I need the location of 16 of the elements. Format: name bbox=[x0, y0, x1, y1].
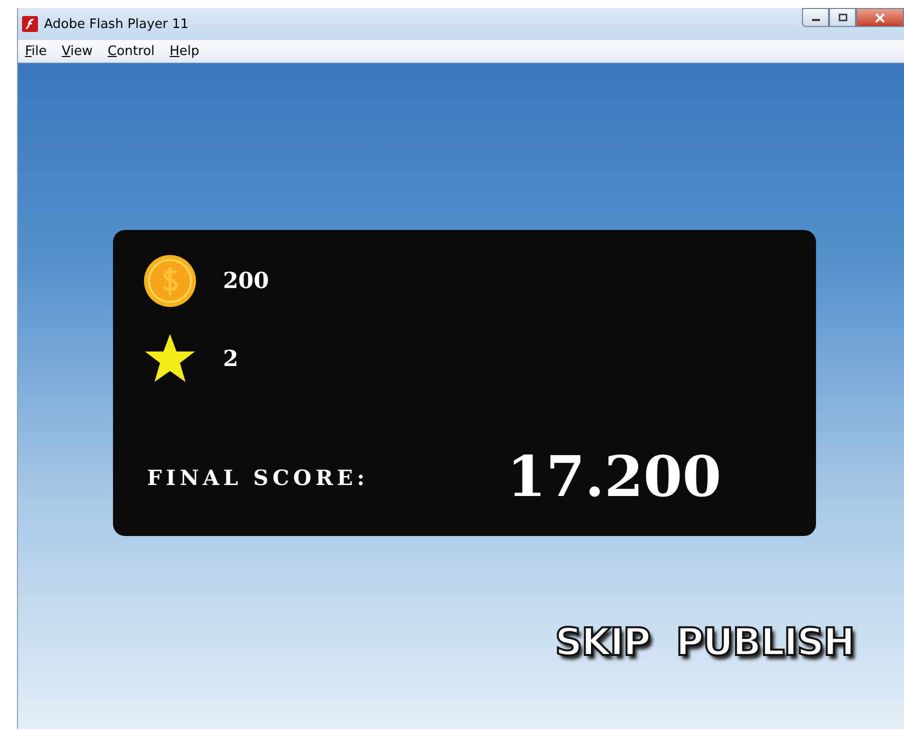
maximize-icon bbox=[838, 13, 848, 22]
menu-item[interactable]: View bbox=[62, 44, 93, 58]
close-button[interactable] bbox=[856, 8, 904, 27]
final-score: 17.200 bbox=[507, 444, 722, 510]
menu-item[interactable]: Help bbox=[170, 44, 200, 58]
menu-item[interactable]: File bbox=[25, 44, 47, 58]
final-score-label: FINAL SCORE: bbox=[147, 464, 370, 490]
star-count: 2 bbox=[223, 346, 238, 372]
flash-logo-icon bbox=[22, 16, 38, 32]
coin-icon bbox=[143, 254, 197, 308]
window-title: Adobe Flash Player 11 bbox=[44, 16, 189, 32]
menu-item[interactable]: Control bbox=[108, 44, 155, 58]
close-icon bbox=[874, 12, 886, 22]
maximize-button[interactable] bbox=[829, 8, 856, 27]
coin-count: 200 bbox=[223, 268, 269, 294]
minimize-button[interactable] bbox=[802, 8, 829, 27]
